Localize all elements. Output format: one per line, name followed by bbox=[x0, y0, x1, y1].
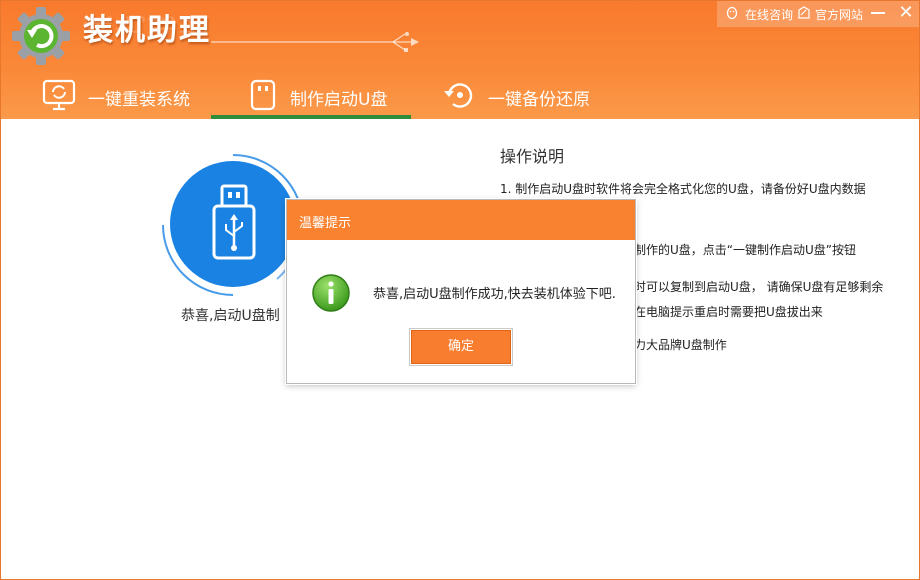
tab-make-boot-usb-label: 制作启动U盘 bbox=[290, 90, 388, 110]
logo-gear-icon bbox=[12, 7, 70, 65]
website-icon bbox=[798, 6, 810, 19]
instruction-line: 1. 制作启动U盘时软件将会完全格式化您的U盘，请备份好U盘内数据 bbox=[500, 182, 866, 196]
instruction-line: 制作的U盘，点击“一键制作启动U盘”按钮 bbox=[634, 243, 857, 257]
top-links-bar: 在线咨询 官方网站 ✕ bbox=[717, 1, 919, 27]
usb-stick-icon bbox=[212, 184, 256, 260]
close-button[interactable]: ✕ bbox=[895, 2, 917, 24]
app-window: 装机助理 装机助理 在线咨询 官方网站 ✕ 一键重装系统 制作启动U盘 一键备份… bbox=[0, 0, 920, 580]
chat-penguin-icon bbox=[726, 6, 738, 20]
instruction-line: 时可以复制到启动U盘， 请确保U盘有足够剩余 bbox=[634, 280, 884, 294]
tab-backup-restore[interactable]: 一键备份还原 bbox=[441, 71, 611, 119]
instruction-line: 力大品牌U盘制作 bbox=[634, 338, 727, 352]
monitor-refresh-icon bbox=[42, 79, 76, 111]
instructions-title: 操作说明 bbox=[500, 147, 565, 166]
tab-reinstall-system[interactable]: 一键重装系统 bbox=[41, 71, 211, 119]
usb-success-text: 恭喜,启动U盘制 bbox=[181, 308, 280, 324]
instruction-line: 在电脑提示重启时需要把U盘拔出来 bbox=[634, 305, 823, 319]
official-site-link[interactable]: 官方网站 bbox=[815, 6, 863, 23]
ok-button[interactable]: 确定 bbox=[409, 328, 513, 366]
online-consult-link[interactable]: 在线咨询 bbox=[745, 6, 793, 23]
tip-dialog: 温馨提示 恭喜,启动U盘制作成功,快去装机体验下吧. 确定 bbox=[286, 199, 636, 384]
dialog-title: 温馨提示 bbox=[299, 216, 352, 231]
active-tab-indicator bbox=[211, 115, 411, 119]
header-bar: 装机助理 装机助理 在线咨询 官方网站 ✕ 一键重装系统 制作启动U盘 一键备份… bbox=[1, 1, 919, 119]
usb-drive-icon bbox=[250, 79, 276, 111]
info-icon bbox=[312, 274, 350, 312]
dialog-message: 恭喜,启动U盘制作成功,快去装机体验下吧. bbox=[373, 287, 616, 302]
tab-make-boot-usb[interactable]: 制作启动U盘 bbox=[247, 71, 411, 119]
usb-symbol-decoration-icon bbox=[211, 32, 419, 52]
minimize-button[interactable] bbox=[871, 12, 885, 14]
app-title-reflection: 装机助理 bbox=[83, 13, 211, 35]
tab-backup-restore-label: 一键备份还原 bbox=[488, 90, 590, 110]
tab-reinstall-system-label: 一键重装系统 bbox=[88, 90, 190, 110]
dialog-header: 温馨提示 bbox=[287, 200, 635, 240]
backup-restore-icon bbox=[444, 83, 473, 108]
